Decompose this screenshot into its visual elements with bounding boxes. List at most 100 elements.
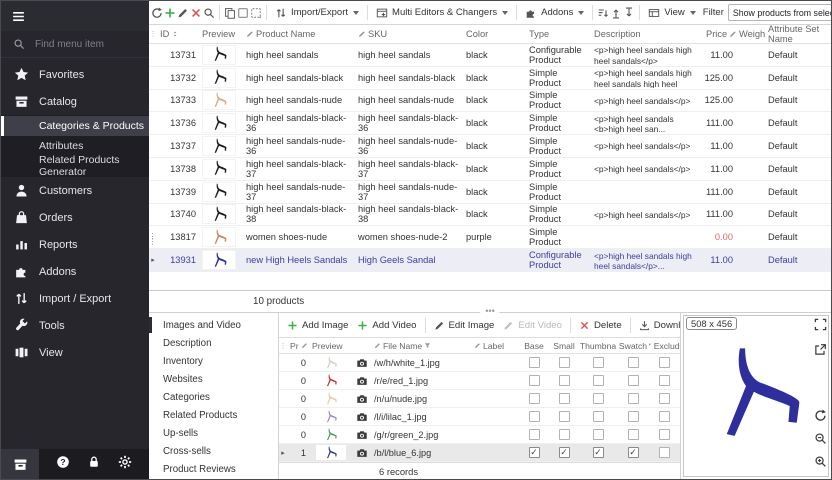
- image-row[interactable]: 0/w/h/white_1.jpg: [279, 354, 680, 372]
- add-image-button[interactable]: Add Image: [283, 315, 352, 335]
- zoom-in-button[interactable]: [814, 455, 827, 473]
- fit-screen-button[interactable]: [814, 318, 827, 336]
- column-header-price[interactable]: Price: [703, 25, 736, 43]
- small-checkbox[interactable]: [559, 411, 570, 422]
- exclude-checkbox[interactable]: [659, 393, 670, 404]
- row-expander[interactable]: ▸: [279, 444, 287, 461]
- small-checkbox[interactable]: [559, 429, 570, 440]
- column-header-type[interactable]: Type: [526, 25, 591, 43]
- swatch-checkbox[interactable]: [628, 375, 639, 386]
- column-header-base[interactable]: Base: [519, 338, 549, 353]
- move-down-button[interactable]: [623, 3, 635, 23]
- base-checkbox[interactable]: ✓: [529, 447, 540, 458]
- paste-button[interactable]: [250, 3, 262, 23]
- image-row[interactable]: 0/g/r/green_2.jpg: [279, 426, 680, 444]
- swatch-checkbox[interactable]: ✓: [628, 447, 639, 458]
- small-checkbox[interactable]: ✓: [559, 447, 570, 458]
- column-header-small[interactable]: Small: [549, 338, 579, 353]
- thumbnail-checkbox[interactable]: [593, 375, 604, 386]
- base-checkbox[interactable]: [529, 393, 540, 404]
- multi-editors-changers-menu[interactable]: Multi Editors & Changers: [372, 3, 512, 23]
- exclude-checkbox[interactable]: [659, 429, 670, 440]
- download-image-button[interactable]: Download Image: [635, 315, 680, 335]
- column-header-preview[interactable]: Preview: [309, 338, 353, 353]
- select-button[interactable]: [237, 3, 249, 23]
- exclude-checkbox[interactable]: [659, 375, 670, 386]
- sidebar-item-addons[interactable]: Addons: [1, 258, 149, 285]
- tab-description[interactable]: Description: [149, 334, 278, 352]
- column-header-product-name[interactable]: Product Name: [243, 25, 355, 43]
- tab-images-and-video[interactable]: Images and Video: [149, 316, 278, 334]
- tab-categories[interactable]: Categories: [149, 388, 278, 406]
- column-header-description[interactable]: Description: [591, 25, 703, 43]
- copy-button[interactable]: [224, 3, 236, 23]
- exclude-checkbox[interactable]: [659, 447, 670, 458]
- column-chooser[interactable]: ⋮: [279, 338, 287, 353]
- tab-product-reviews[interactable]: Product Reviews: [149, 460, 278, 478]
- sidebar-subitem-attributes[interactable]: Attributes: [1, 136, 149, 156]
- product-row[interactable]: 13733high heel sandals-nudehigh heel san…: [149, 90, 831, 113]
- product-row[interactable]: 13817women shoes-nudewomen shoes-nude-2p…: [149, 226, 831, 249]
- column-header-thumbna[interactable]: Thumbna: [579, 338, 617, 353]
- product-row[interactable]: 13731high heel sandalshigh heel sandalsb…: [149, 44, 831, 67]
- tab-websites[interactable]: Websites: [149, 370, 278, 388]
- column-header-pr[interactable]: Pr: [287, 338, 309, 353]
- image-row[interactable]: ▸1/b/l/blue_6.jpg✓✓✓✓: [279, 444, 680, 462]
- addons-menu[interactable]: Addons: [521, 3, 588, 23]
- swatch-checkbox[interactable]: [628, 411, 639, 422]
- add-button[interactable]: [164, 3, 176, 23]
- product-row[interactable]: 13739high heel sandals-nude-37high heel …: [149, 181, 831, 204]
- tab-related-products[interactable]: Related Products: [149, 406, 278, 424]
- column-header-attribute-set-name[interactable]: Attribute Set Name: [765, 25, 831, 43]
- thumbnail-checkbox[interactable]: ✓: [593, 447, 604, 458]
- tab-inventory[interactable]: Inventory: [149, 352, 278, 370]
- column-header-sku[interactable]: SKU: [355, 25, 463, 43]
- sidebar-item-view[interactable]: View: [1, 339, 149, 366]
- import-export-menu[interactable]: Import/Export: [271, 3, 363, 23]
- thumbnail-checkbox[interactable]: [593, 411, 604, 422]
- column-header-id[interactable]: ID: [157, 25, 199, 43]
- sidebar-item-catalog[interactable]: Catalog: [1, 88, 149, 115]
- base-checkbox[interactable]: [529, 429, 540, 440]
- thumbnail-checkbox[interactable]: [593, 393, 604, 404]
- product-row[interactable]: 13732high heel sandals-blackhigh heel sa…: [149, 67, 831, 90]
- base-checkbox[interactable]: [529, 375, 540, 386]
- tab-up-sells[interactable]: Up-sells: [149, 424, 278, 442]
- product-row[interactable]: 13738high heel sandals-black-37high heel…: [149, 158, 831, 181]
- thumbnail-checkbox[interactable]: [593, 357, 604, 368]
- column-header-exclude[interactable]: Exclude: [649, 338, 680, 353]
- base-checkbox[interactable]: [529, 357, 540, 368]
- column-header-weight[interactable]: Weight: [736, 25, 765, 43]
- sidebar-subitem-related-products-generator[interactable]: Related Products Generator: [1, 156, 149, 176]
- sidebar-item-customers[interactable]: Customers: [1, 177, 149, 204]
- small-checkbox[interactable]: [559, 357, 570, 368]
- rotate-button[interactable]: [814, 409, 827, 427]
- sidebar-item-reports[interactable]: Reports: [1, 231, 149, 258]
- panel-grip[interactable]: ⋮⋮: [149, 225, 156, 253]
- view-menu[interactable]: View: [644, 3, 699, 23]
- edit-image-button[interactable]: Edit Image: [430, 315, 499, 335]
- category-filter-select[interactable]: Show products from selected categories: [728, 4, 831, 21]
- delete-button[interactable]: [190, 3, 202, 23]
- column-chooser[interactable]: ⋮: [149, 25, 157, 43]
- swatch-checkbox[interactable]: [628, 357, 639, 368]
- edit-button[interactable]: [177, 3, 189, 23]
- swatch-checkbox[interactable]: [628, 393, 639, 404]
- bottom-bar-help-button[interactable]: ?: [56, 455, 70, 474]
- bottom-bar-lock-button[interactable]: [87, 455, 101, 474]
- sidebar-item-import-export[interactable]: Import / Export: [1, 285, 149, 312]
- bottom-bar-settings-button[interactable]: [118, 455, 132, 474]
- column-header-swatch[interactable]: Swatch: [617, 338, 649, 353]
- image-row[interactable]: 0/l/i/lilac_1.jpg: [279, 408, 680, 426]
- delete-button[interactable]: Delete: [575, 315, 626, 335]
- sidebar-item-orders[interactable]: Orders: [1, 204, 149, 231]
- tab-cross-sells[interactable]: Cross-sells: [149, 442, 278, 460]
- column-header-preview[interactable]: Preview: [199, 25, 243, 43]
- sidebar-item-tools[interactable]: Tools: [1, 312, 149, 339]
- external-link-button[interactable]: [814, 343, 827, 361]
- search-button[interactable]: [203, 3, 215, 23]
- menu-search-input[interactable]: [33, 38, 133, 51]
- zoom-out-button[interactable]: [814, 432, 827, 450]
- exclude-checkbox[interactable]: [659, 357, 670, 368]
- product-row[interactable]: 13740high heel sandals-black-38high heel…: [149, 204, 831, 227]
